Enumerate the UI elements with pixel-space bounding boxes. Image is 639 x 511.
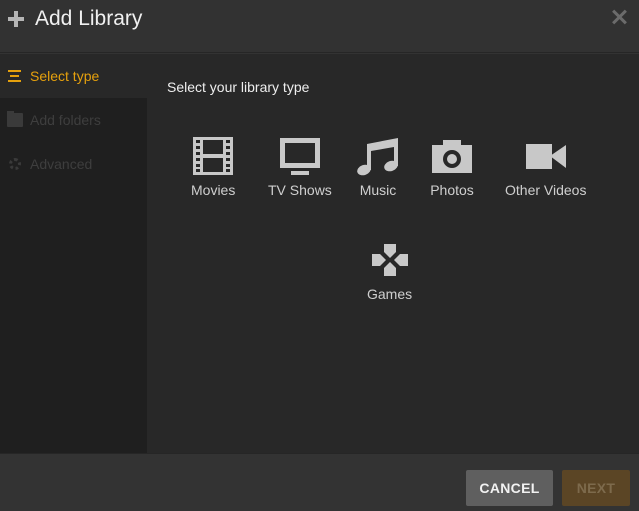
library-type-tv-shows[interactable]: TV Shows xyxy=(268,134,332,198)
library-type-movies[interactable]: Movies xyxy=(191,134,235,198)
section-prompt: Select your library type xyxy=(167,79,310,95)
next-button[interactable]: NEXT xyxy=(562,470,630,506)
film-icon xyxy=(191,134,235,178)
library-type-music[interactable]: Music xyxy=(356,134,400,198)
dialog-footer: CANCEL NEXT xyxy=(0,453,639,511)
gamepad-icon xyxy=(368,238,412,282)
sidebar-item-select-type[interactable]: Select type xyxy=(0,54,147,98)
video-camera-icon xyxy=(524,134,568,178)
library-type-other-videos[interactable]: Other Videos xyxy=(505,134,586,198)
plus-icon xyxy=(8,11,24,27)
sidebar-item-label: Add folders xyxy=(30,112,101,128)
library-type-label: TV Shows xyxy=(268,182,332,198)
library-type-label: Photos xyxy=(430,182,474,198)
list-icon xyxy=(7,69,23,83)
close-icon[interactable] xyxy=(612,9,628,25)
dialog-header: Add Library xyxy=(0,0,639,53)
folder-icon xyxy=(7,111,23,127)
library-type-label: Other Videos xyxy=(505,182,587,198)
dialog-title: Add Library xyxy=(35,7,143,30)
sidebar: Select type Add folders Advanced xyxy=(0,54,147,453)
library-type-label: Music xyxy=(359,182,397,198)
cancel-button[interactable]: CANCEL xyxy=(466,470,553,506)
sidebar-item-label: Select type xyxy=(30,68,100,84)
library-type-label: Games xyxy=(367,286,413,302)
music-note-icon xyxy=(356,134,400,178)
sidebar-item-label: Advanced xyxy=(30,156,93,172)
gear-icon xyxy=(9,158,21,170)
library-type-photos[interactable]: Photos xyxy=(430,134,474,198)
tv-icon xyxy=(278,134,322,178)
main-panel: Select your library type Movies TV Shows… xyxy=(147,54,639,453)
sidebar-item-add-folders: Add folders xyxy=(0,98,147,142)
library-type-games[interactable]: Games xyxy=(367,238,412,302)
camera-icon xyxy=(430,134,474,178)
library-type-label: Movies xyxy=(191,182,236,198)
sidebar-item-advanced: Advanced xyxy=(0,142,147,186)
